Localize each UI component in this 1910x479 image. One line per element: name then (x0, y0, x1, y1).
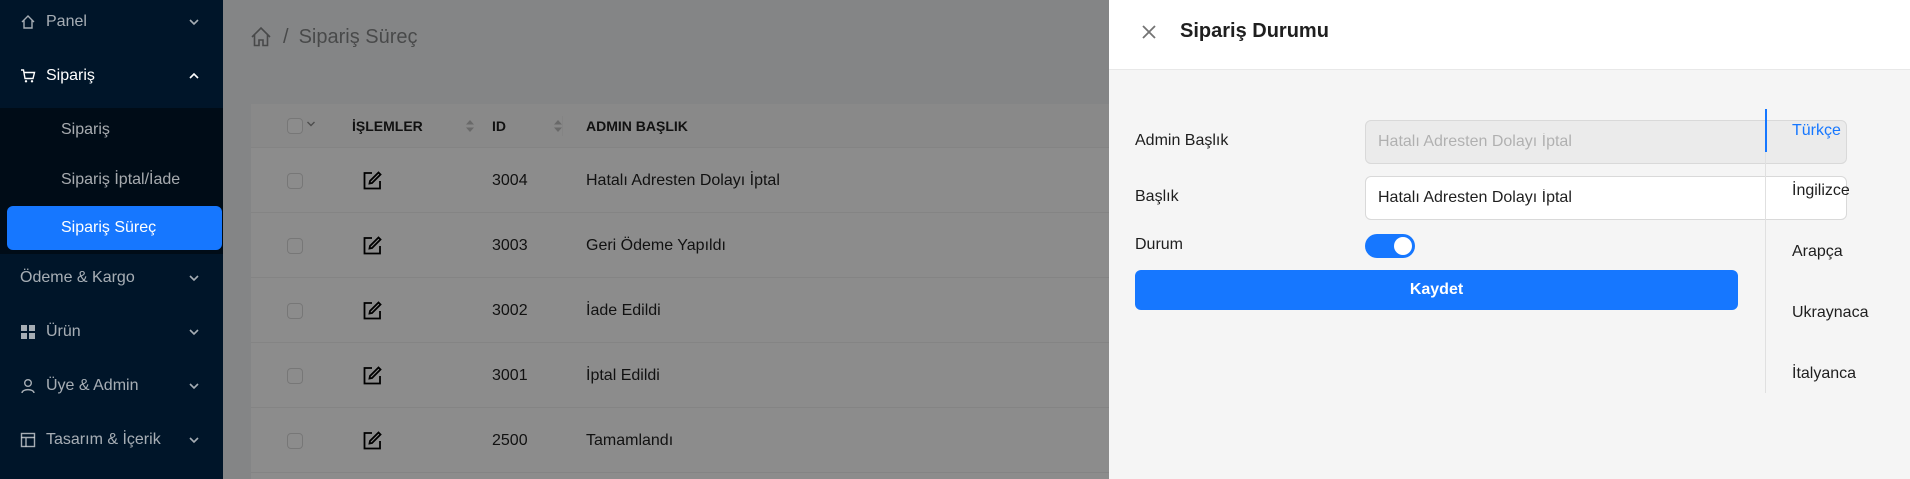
tab-ukraynaca[interactable]: Ukraynaca (1766, 291, 1906, 335)
submenu-item-iptal-iade[interactable]: Sipariş İptal/İade (0, 158, 223, 202)
chevron-down-icon (189, 383, 199, 390)
language-tabs: Türkçe İngilizce Arapça Ukraynaca İtalya… (1765, 109, 1905, 393)
save-button[interactable]: Kaydet (1135, 270, 1738, 310)
tab-italyanca[interactable]: İtalyanca (1766, 352, 1906, 396)
drawer-title: Sipariş Durumu (1180, 20, 1329, 42)
submenu-item-siparis[interactable]: Sipariş (0, 108, 223, 152)
chevron-up-icon (189, 72, 199, 79)
title-label: Başlık (1135, 188, 1179, 205)
sidebar-item-odeme-kargo[interactable]: Ödeme & Kargo (0, 256, 223, 300)
layout-icon (20, 432, 36, 448)
tab-arapca[interactable]: Arapça (1766, 230, 1906, 274)
submenu-item-siparis-surec[interactable]: Sipariş Süreç (7, 206, 222, 250)
toggle-knob (1394, 237, 1412, 255)
chevron-down-icon (189, 437, 199, 444)
tab-turkce[interactable]: Türkçe (1766, 109, 1906, 153)
chevron-down-icon (189, 329, 199, 336)
admin-title-label: Admin Başlık (1135, 132, 1229, 149)
cart-icon (20, 68, 36, 84)
sidebar-item-urun[interactable]: Ürün (0, 310, 223, 354)
user-icon (20, 378, 36, 394)
drawer-siparis-durumu: Sipariş Durumu Admin Başlık Başlık Durum… (1109, 0, 1910, 479)
sidebar: Panel Sipariş Sipariş Sipariş İptal/İade… (0, 0, 223, 479)
sidebar-item-uye-admin[interactable]: Üye & Admin (0, 364, 223, 408)
chevron-down-icon (189, 19, 199, 26)
sidebar-item-tasarim-icerik[interactable]: Tasarım & İçerik (0, 418, 223, 462)
sidebar-item-panel[interactable]: Panel (0, 0, 223, 44)
chevron-down-icon (189, 275, 199, 282)
drawer-mask[interactable] (223, 0, 1109, 479)
drawer-header: Sipariş Durumu (1109, 0, 1910, 70)
tab-ingilizce[interactable]: İngilizce (1766, 169, 1906, 213)
home-icon (20, 14, 36, 30)
sidebar-item-siparis[interactable]: Sipariş (0, 54, 223, 98)
close-icon[interactable] (1139, 22, 1159, 42)
submenu-siparis: Sipariş Sipariş İptal/İade Sipariş Süreç (0, 108, 223, 254)
grid-icon (20, 324, 36, 340)
status-toggle[interactable] (1365, 234, 1415, 258)
status-label: Durum (1135, 236, 1184, 253)
